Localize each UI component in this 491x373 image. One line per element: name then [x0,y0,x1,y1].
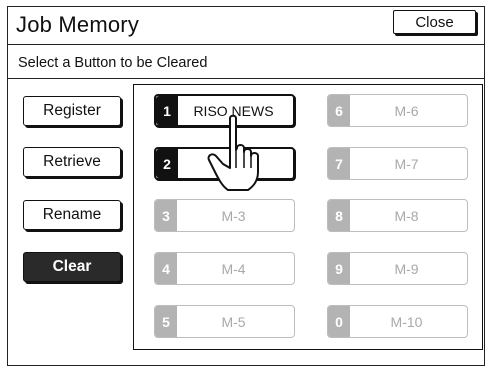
clear-button[interactable]: Clear [23,252,121,282]
memory-slot-8[interactable]: 8 M-8 [327,199,468,232]
slot-number: 0 [328,306,350,337]
instruction-text: Select a Button to be Cleared [18,55,208,71]
slot-number: 6 [328,95,350,126]
slot-name: M-9 [394,260,419,277]
slot-name: M-10 [390,313,423,330]
memory-slot-9[interactable]: 9 M-9 [327,252,468,285]
register-button[interactable]: Register [23,96,121,126]
memory-slot-10[interactable]: 0 M-10 [327,305,468,338]
page-title: Job Memory [16,12,140,37]
rename-button[interactable]: Rename [23,200,121,230]
slot-number: 5 [155,306,177,337]
slot-name: M-6 [394,102,419,119]
slot-number: 4 [155,253,177,284]
memory-slot-7[interactable]: 7 M-7 [327,147,468,180]
memory-slot-3[interactable]: 3 M-3 [154,199,295,232]
hand-pointer-icon [207,114,259,191]
slot-name: M-8 [394,207,419,224]
slot-number: 7 [328,148,350,179]
instruction-divider [8,78,484,79]
slot-number: 1 [156,96,178,125]
slot-name: M-4 [221,260,246,277]
memory-slot-4[interactable]: 4 M-4 [154,252,295,285]
slot-name: M-3 [221,207,246,224]
slot-number: 3 [155,200,177,231]
slot-number: 9 [328,253,350,284]
close-button[interactable]: Close [393,10,476,34]
slot-number: 8 [328,200,350,231]
memory-slot-6[interactable]: 6 M-6 [327,94,468,127]
slot-name: M-5 [221,313,246,330]
memory-slot-5[interactable]: 5 M-5 [154,305,295,338]
slot-name: M-7 [394,155,419,172]
slot-number: 2 [156,149,178,178]
title-divider [8,44,484,45]
retrieve-button[interactable]: Retrieve [23,147,121,177]
